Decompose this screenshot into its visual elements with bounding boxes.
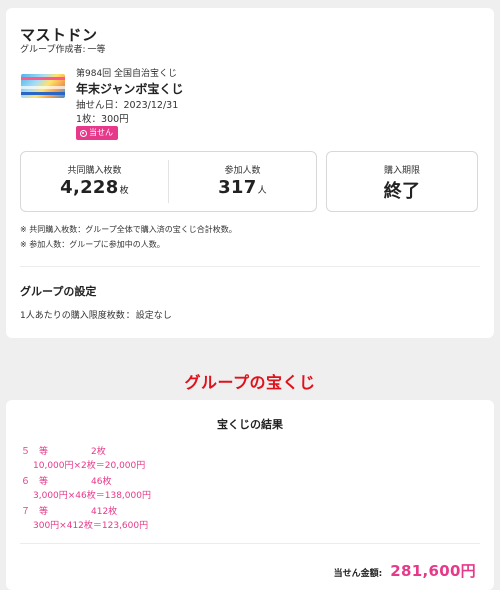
purchased-count-label: 共同購入枚数 — [67, 166, 122, 176]
creator-name: 一等 — [87, 45, 106, 55]
deadline-label: 購入期限 — [383, 166, 420, 176]
lottery-price: 1枚：300円 — [76, 114, 129, 125]
deadline-stat-box: 購入期限 終了 — [326, 151, 478, 212]
group-card: マストドン グループ作成者: 一等 第984回 全国自治宝くじ 年末ジャンボ宝くじ… — [6, 8, 494, 338]
result-title: 宝くじの結果 — [217, 418, 283, 431]
member-count-value: 317人 — [169, 177, 316, 198]
total-winnings: 当せん金額: 281,600円 — [334, 560, 476, 581]
lottery-thumbnail-image[interactable] — [21, 74, 65, 98]
group-creator: グループ作成者: 一等 — [20, 42, 106, 55]
settings-title: グループの設定 — [20, 285, 97, 298]
divider — [20, 266, 480, 267]
member-count-stat: 参加人数 317人 — [168, 160, 316, 203]
prize-calculation: 3,000円×46枚＝138,000円 — [33, 491, 151, 501]
total-winnings-label: 当せん金額: — [333, 569, 383, 579]
group-lottery-section-title: グループの宝くじ — [184, 373, 316, 392]
prize-rank: ５ 等 — [21, 447, 49, 457]
win-badge-label: 当せん — [89, 128, 113, 137]
prize-count: 2枚 — [91, 447, 106, 457]
lottery-draw-date: 抽せん日：2023/12/31 — [76, 100, 179, 111]
prize-rank: ７ 等 — [21, 507, 49, 517]
purchased-count-unit: 枚 — [119, 186, 129, 196]
win-status-badge: 当せん — [76, 126, 118, 140]
target-icon — [80, 129, 87, 137]
member-count-number: 317 — [218, 177, 257, 198]
prize-count: 412枚 — [91, 507, 118, 517]
prize-rank: ６ 等 — [21, 477, 49, 487]
purchased-count-stat: 共同購入枚数 4,228枚 — [21, 152, 168, 211]
member-count-label: 参加人数 — [224, 166, 261, 176]
deadline-value: 終了 — [383, 181, 421, 202]
lottery-name[interactable]: 年末ジャンボ宝くじ — [76, 80, 183, 97]
prize-calculation: 300円×412枚＝123,600円 — [33, 521, 149, 531]
purchase-limit-label: 1人あたりの購入限度枚数 — [20, 311, 125, 321]
note-member-count: ※ 参加人数：グループに参加中の人数。 — [20, 240, 165, 249]
purchased-count-number: 4,228 — [60, 177, 119, 198]
note-purchased-count: ※ 共同購入枚数：グループ全体で購入済の宝くじ合計枚数。 — [20, 225, 237, 234]
lottery-round: 第984回 全国自治宝くじ — [76, 69, 178, 79]
prize-calculation: 10,000円×2枚＝20,000円 — [33, 461, 146, 471]
purchase-stats-box: 共同購入枚数 4,228枚 参加人数 317人 — [20, 151, 317, 212]
prize-count: 46枚 — [91, 477, 112, 487]
creator-label: グループ作成者: — [20, 45, 86, 55]
lottery-result-card: 宝くじの結果 ５ 等 2枚 10,000円×2枚＝20,000円 ６ 等 46枚… — [6, 400, 494, 590]
purchase-limit-setting: 1人あたりの購入限度枚数：設定なし — [20, 311, 172, 321]
total-winnings-value: 281,600円 — [390, 562, 476, 580]
purchase-limit-value: 設定なし — [135, 311, 172, 321]
purchased-count-value: 4,228枚 — [21, 177, 168, 198]
member-count-unit: 人 — [257, 186, 267, 196]
divider — [20, 543, 480, 544]
